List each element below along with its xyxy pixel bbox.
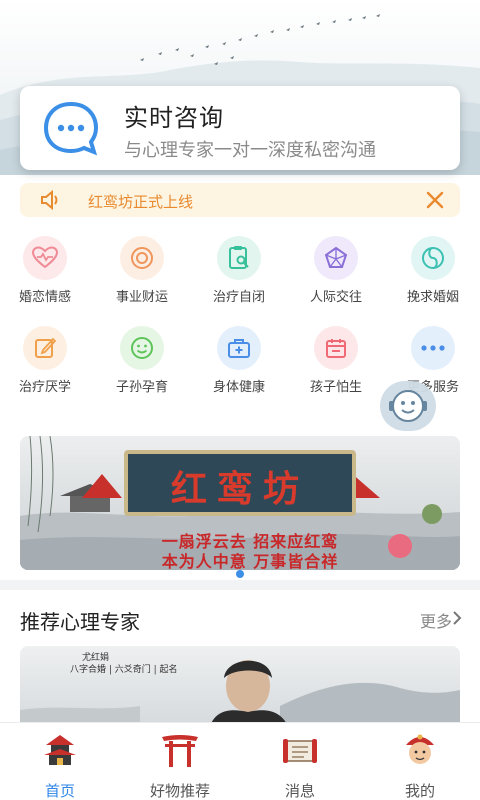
yin-yang-icon	[411, 236, 455, 280]
tab-label: 消息	[284, 783, 315, 800]
service-label: 治疗厌学	[18, 379, 71, 394]
realtime-consult-card[interactable]: 实时咨询 与心理专家一对一深度私密沟通	[20, 86, 460, 170]
bottom-tab-bar: 首页 好物推荐 消息 我的	[0, 722, 480, 800]
service-label: 事业财运	[115, 289, 168, 304]
service-child-shyness[interactable]: 孩子怕生	[291, 326, 381, 406]
consult-subtitle: 与心理专家一对一深度私密沟通	[124, 140, 376, 160]
service-save-marriage[interactable]: 挽求婚姻	[388, 236, 478, 316]
service-school-aversion[interactable]: 治疗厌学	[0, 326, 90, 406]
banner-title: 红鸾坊	[170, 468, 309, 510]
service-label: 挽求婚姻	[406, 289, 459, 304]
tab-messages[interactable]: 消息	[240, 731, 360, 800]
tab-label: 我的	[404, 783, 435, 800]
service-label: 婚恋情感	[18, 289, 71, 304]
section-divider	[0, 580, 480, 590]
service-label: 子孙孕育	[115, 379, 168, 394]
service-autism[interactable]: 治疗自闭	[194, 236, 284, 316]
floating-assistant-button[interactable]	[380, 381, 436, 431]
avatar-icon	[406, 734, 434, 764]
service-label: 人际交往	[309, 289, 362, 304]
heart-pulse-icon	[23, 236, 67, 280]
more-link[interactable]: 更多	[420, 608, 452, 632]
service-social[interactable]: 人际交往	[291, 236, 381, 316]
section-title: 推荐心理专家	[20, 612, 140, 634]
notice-bar[interactable]: 红鸾坊正式上线	[20, 183, 460, 217]
close-icon[interactable]	[424, 189, 446, 211]
service-career-wealth[interactable]: 事业财运	[97, 236, 187, 316]
service-fertility[interactable]: 子孙孕育	[97, 326, 187, 406]
more-dots-icon	[411, 326, 455, 370]
tab-profile[interactable]: 我的	[360, 731, 480, 800]
network-icon	[314, 236, 358, 280]
torii-gate-icon	[162, 735, 198, 767]
banner-poem-line-2: 本为人中意 万事皆合祥	[161, 552, 339, 570]
pagoda-icon	[44, 735, 76, 765]
tab-label: 首页	[44, 783, 75, 800]
carousel-indicator	[236, 570, 244, 578]
consult-title: 实时咨询	[124, 105, 224, 132]
scroll-icon	[283, 739, 317, 763]
expert-card[interactable]: 尤红娟 八字合婚 | 六爻奇门 | 起名	[20, 646, 460, 726]
tab-label: 好物推荐	[149, 783, 210, 800]
edit-icon	[23, 326, 67, 370]
service-label: 治疗自闭	[212, 289, 265, 304]
robot-face-icon	[389, 390, 427, 422]
promo-banner[interactable]: 红鸾坊 一扇浮云去 招来应红鸾 本为人中意 万事皆合祥	[20, 436, 460, 570]
banner-plaque: 红鸾坊	[124, 450, 356, 516]
medkit-icon	[217, 326, 261, 370]
smile-icon	[120, 326, 164, 370]
service-label: 身体健康	[212, 379, 265, 394]
service-marriage-love[interactable]: 婚恋情感	[0, 236, 90, 316]
calendar-icon	[314, 326, 358, 370]
chevron-right-icon[interactable]	[452, 611, 462, 625]
speaker-icon	[41, 190, 58, 210]
tab-home[interactable]: 首页	[0, 731, 120, 800]
coin-icon	[120, 236, 164, 280]
tab-goods[interactable]: 好物推荐	[120, 731, 240, 800]
service-health[interactable]: 身体健康	[194, 326, 284, 406]
service-label: 孩子怕生	[309, 379, 362, 394]
clipboard-search-icon	[217, 236, 261, 280]
chat-bubble-icon	[43, 101, 99, 156]
notice-text: 红鸾坊正式上线	[88, 194, 194, 211]
expert-services-calligraphy: 八字合婚 | 六爻奇门 | 起名	[70, 665, 178, 675]
